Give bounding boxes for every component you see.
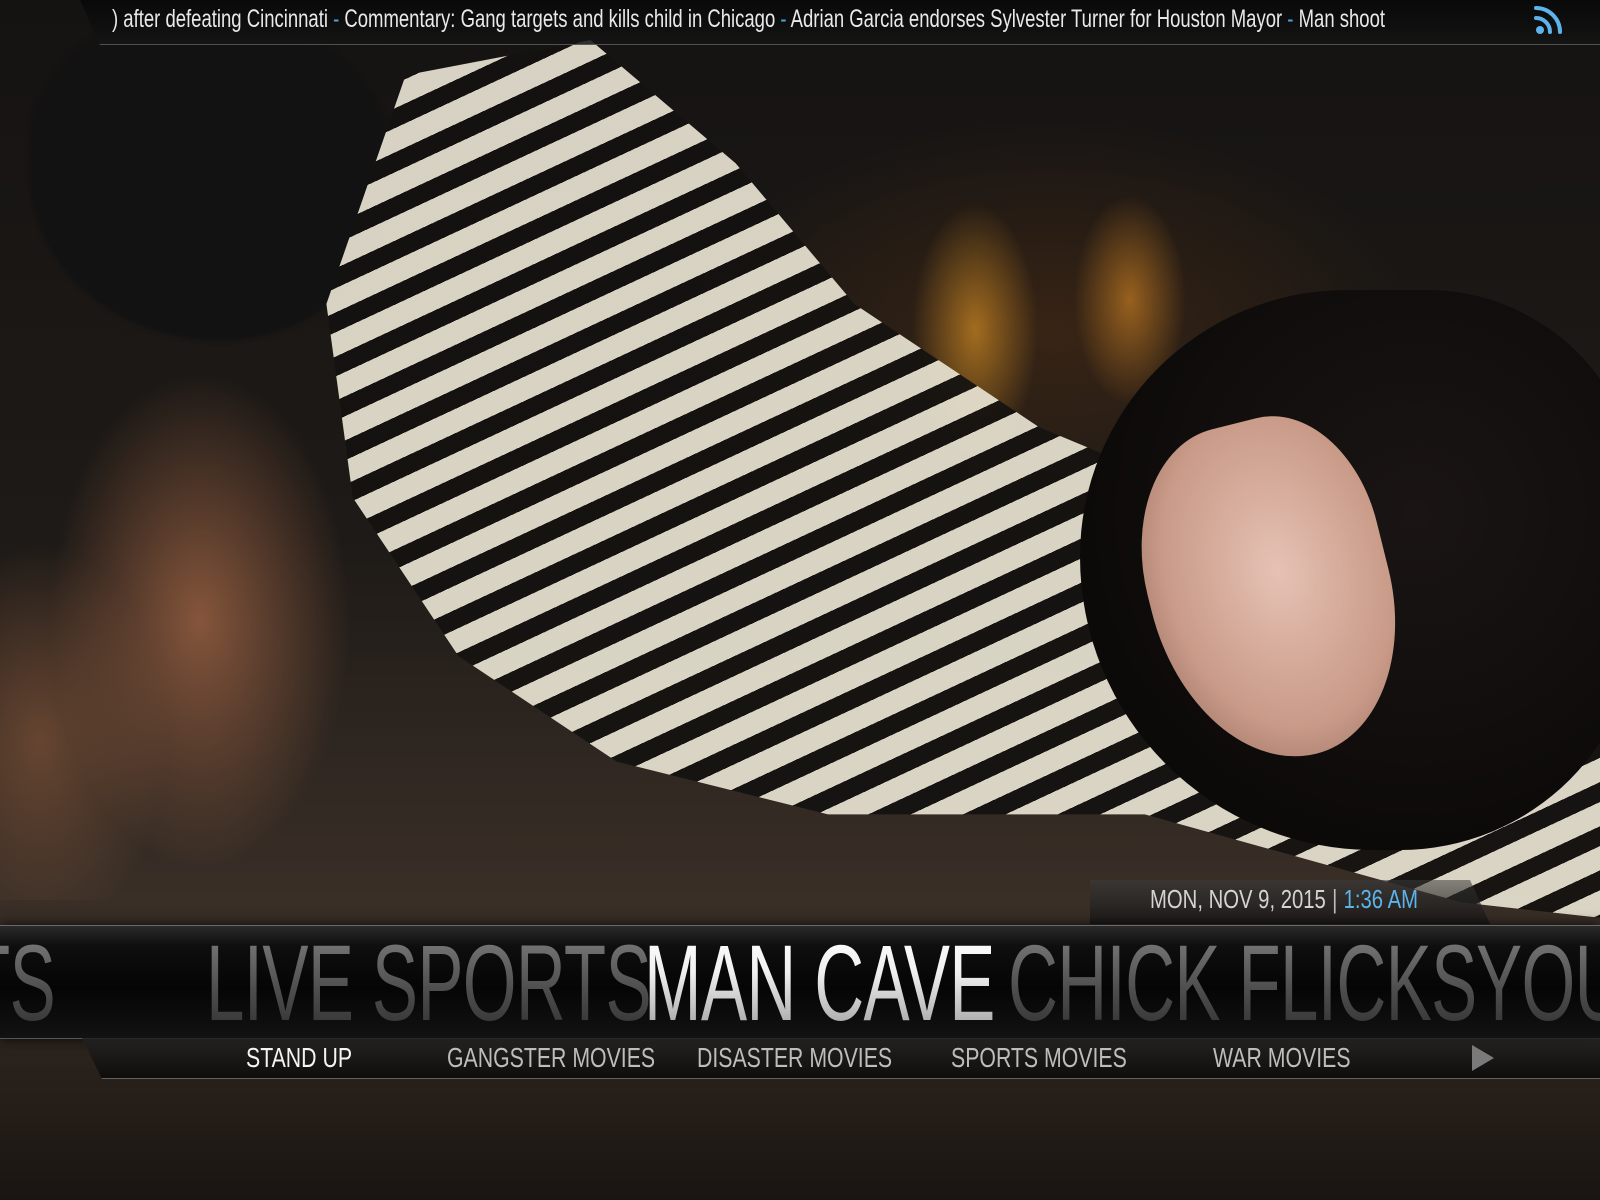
rss-feed-icon[interactable] (1534, 4, 1562, 36)
sub-menu-item-stand-up[interactable]: STAND UP (246, 1041, 352, 1075)
ticker-separator: - (327, 5, 345, 33)
ticker-separator: - (775, 5, 791, 33)
main-menu-item-partial-left[interactable]: TS (0, 929, 56, 1037)
sub-menu-item-sports-movies[interactable]: SPORTS MOVIES (951, 1041, 1127, 1075)
ticker-separator: - (1282, 5, 1299, 33)
ticker-headline: Commentary: Gang targets and kills child… (344, 5, 776, 33)
main-menu-item-partial-right[interactable]: YOU (1476, 929, 1600, 1037)
datetime-display: MON, NOV 9, 2015 | 1:36 AM (1150, 884, 1490, 922)
ticker-headline: ) after defeating Cincinnati (112, 5, 328, 33)
news-ticker-text: ) after defeating Cincinnati - Commentar… (112, 5, 1385, 34)
sub-menu-item-disaster-movies[interactable]: DISASTER MOVIES (697, 1041, 892, 1075)
main-menu-item-live-sports[interactable]: LIVE SPORTS (206, 929, 652, 1037)
ticker-headline: Adrian Garcia endorses Sylvester Turner … (790, 5, 1283, 33)
sub-menu-item-gangster-movies[interactable]: GANGSTER MOVIES (447, 1041, 655, 1075)
date-label: MON, NOV 9, 2015 (1150, 884, 1326, 914)
sub-menu-item-war-movies[interactable]: WAR MOVIES (1213, 1041, 1351, 1075)
time-label: 1:36 AM (1343, 884, 1419, 914)
media-center-home: ) after defeating Cincinnati - Commentar… (0, 0, 1600, 1200)
datetime-separator: | (1332, 884, 1338, 914)
play-right-arrow-icon[interactable] (1470, 1043, 1496, 1073)
main-menu-item-man-cave[interactable]: MAN CAVE (644, 929, 995, 1037)
main-menu-item-chick-flicks[interactable]: CHICK FLICKS (1008, 929, 1477, 1037)
ticker-headline: Man shoot (1298, 5, 1386, 33)
news-ticker[interactable]: ) after defeating Cincinnati - Commentar… (112, 0, 1530, 40)
